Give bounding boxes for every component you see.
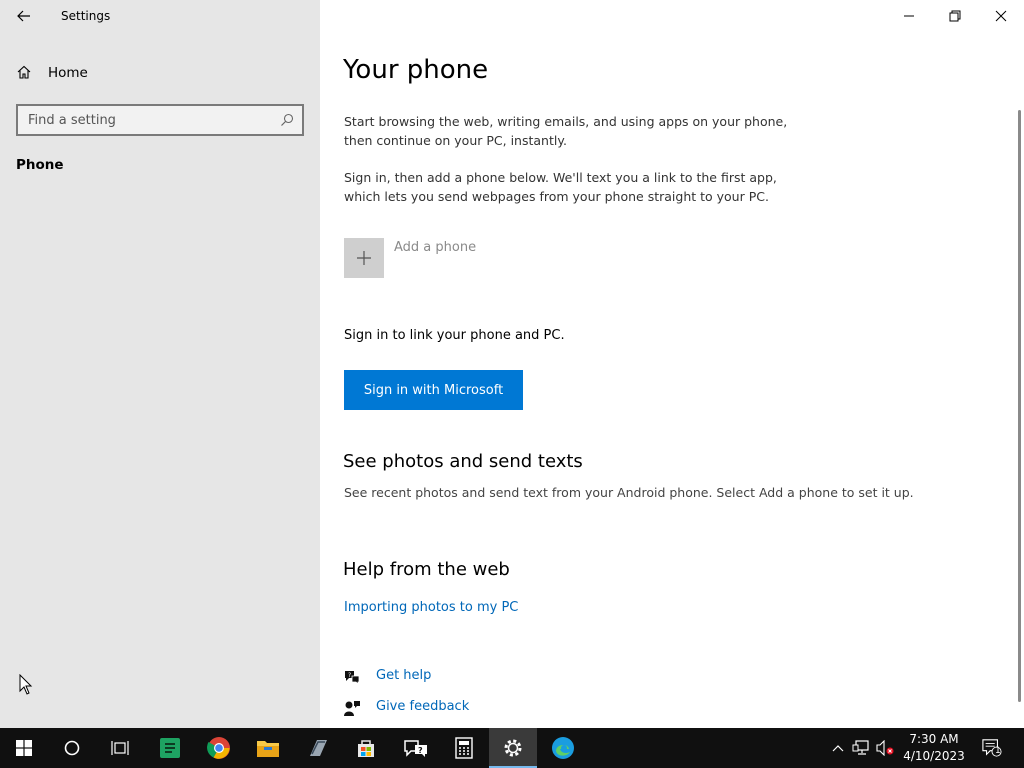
app-icon [310, 740, 327, 756]
add-phone-tile [344, 238, 384, 278]
calculator-button[interactable] [440, 728, 488, 768]
clock[interactable]: 7:30 AM 4/10/2023 [900, 731, 968, 765]
scrollbar[interactable] [1018, 110, 1021, 702]
clock-time: 7:30 AM [909, 732, 959, 746]
chevron-up-icon [832, 745, 844, 752]
cortana-button[interactable] [48, 728, 96, 768]
volume-muted-icon [876, 740, 894, 756]
file-explorer-icon [257, 741, 279, 757]
get-help-app-button[interactable]: ? [392, 728, 440, 768]
link-prompt-text: Sign in to link your phone and PC. [344, 328, 565, 343]
store-button[interactable] [342, 728, 390, 768]
restore-icon [949, 10, 961, 22]
add-phone-label: Add a phone [394, 240, 477, 255]
back-arrow-icon [17, 10, 30, 22]
edge-button[interactable] [539, 728, 587, 768]
intro-text: Start browsing the web, writing emails, … [344, 114, 788, 148]
store-icon [358, 740, 374, 757]
importing-photos-link[interactable]: Importing photos to my PC [344, 600, 518, 615]
restore-button[interactable] [932, 0, 978, 32]
notification-count-badge: 1 [995, 746, 1001, 756]
search-box [16, 104, 304, 136]
window-title: Settings [61, 9, 111, 23]
plus-icon [357, 251, 371, 265]
get-help-link[interactable]: ? Get help [343, 666, 431, 688]
calculator-icon [455, 737, 473, 759]
svg-text:?: ? [418, 746, 423, 755]
get-help-icon: ? [343, 668, 361, 686]
edge-icon [552, 737, 574, 759]
back-button[interactable] [8, 2, 40, 30]
network-button[interactable] [851, 738, 871, 758]
search-input[interactable] [18, 106, 274, 134]
settings-taskbar-button[interactable] [489, 728, 537, 768]
signin-instructions-text: Sign in, then add a phone below. We'll t… [344, 170, 777, 204]
help-app-icon: ? [404, 740, 427, 757]
feedback-person-icon [343, 699, 361, 717]
minimize-icon [904, 15, 914, 17]
help-section-heading: Help from the web [343, 559, 510, 580]
give-feedback-label: Give feedback [376, 699, 470, 714]
sign-in-microsoft-button[interactable]: Sign in with Microsoft [344, 370, 523, 410]
home-icon [16, 64, 34, 82]
minimize-button[interactable] [886, 0, 932, 32]
clock-date: 4/10/2023 [903, 749, 965, 763]
add-phone-button[interactable]: Add a phone [344, 238, 476, 278]
start-button[interactable] [0, 728, 48, 768]
start-icon [16, 740, 32, 756]
page-title: Your phone [343, 55, 489, 85]
close-button[interactable] [978, 0, 1024, 32]
action-center-button[interactable]: 1 [982, 738, 1002, 758]
task-view-icon [111, 741, 129, 755]
pinned-app-button[interactable] [294, 728, 342, 768]
photos-section-description: See recent photos and send text from you… [344, 485, 914, 500]
sidebar-item-phone[interactable]: Phone [16, 157, 64, 173]
chrome-icon [207, 737, 230, 759]
photos-section-heading: See photos and send texts [343, 451, 583, 472]
svg-text:?: ? [348, 672, 351, 679]
give-feedback-link[interactable]: Give feedback [343, 697, 469, 719]
volume-button[interactable] [875, 738, 895, 758]
spreadsheet-app-icon [160, 738, 180, 758]
sidebar: Settings Home Phone [0, 0, 320, 728]
cortana-icon [64, 740, 80, 756]
close-icon [995, 10, 1007, 22]
main-content [320, 0, 1024, 728]
show-hidden-icons-button[interactable] [828, 738, 848, 758]
sidebar-item-label: Home [48, 65, 88, 81]
search-icon[interactable] [280, 112, 296, 128]
mouse-pointer-icon [19, 673, 33, 696]
spreadsheet-app-button[interactable] [146, 728, 194, 768]
taskbar: ? 7:30 AM 4/10/2023 1 [0, 728, 1024, 768]
network-icon [852, 740, 869, 755]
get-help-label: Get help [376, 668, 432, 683]
sidebar-item-home[interactable]: Home [0, 56, 320, 92]
chrome-button[interactable] [195, 728, 243, 768]
file-explorer-button[interactable] [244, 728, 292, 768]
settings-icon [504, 739, 522, 757]
task-view-button[interactable] [96, 728, 144, 768]
